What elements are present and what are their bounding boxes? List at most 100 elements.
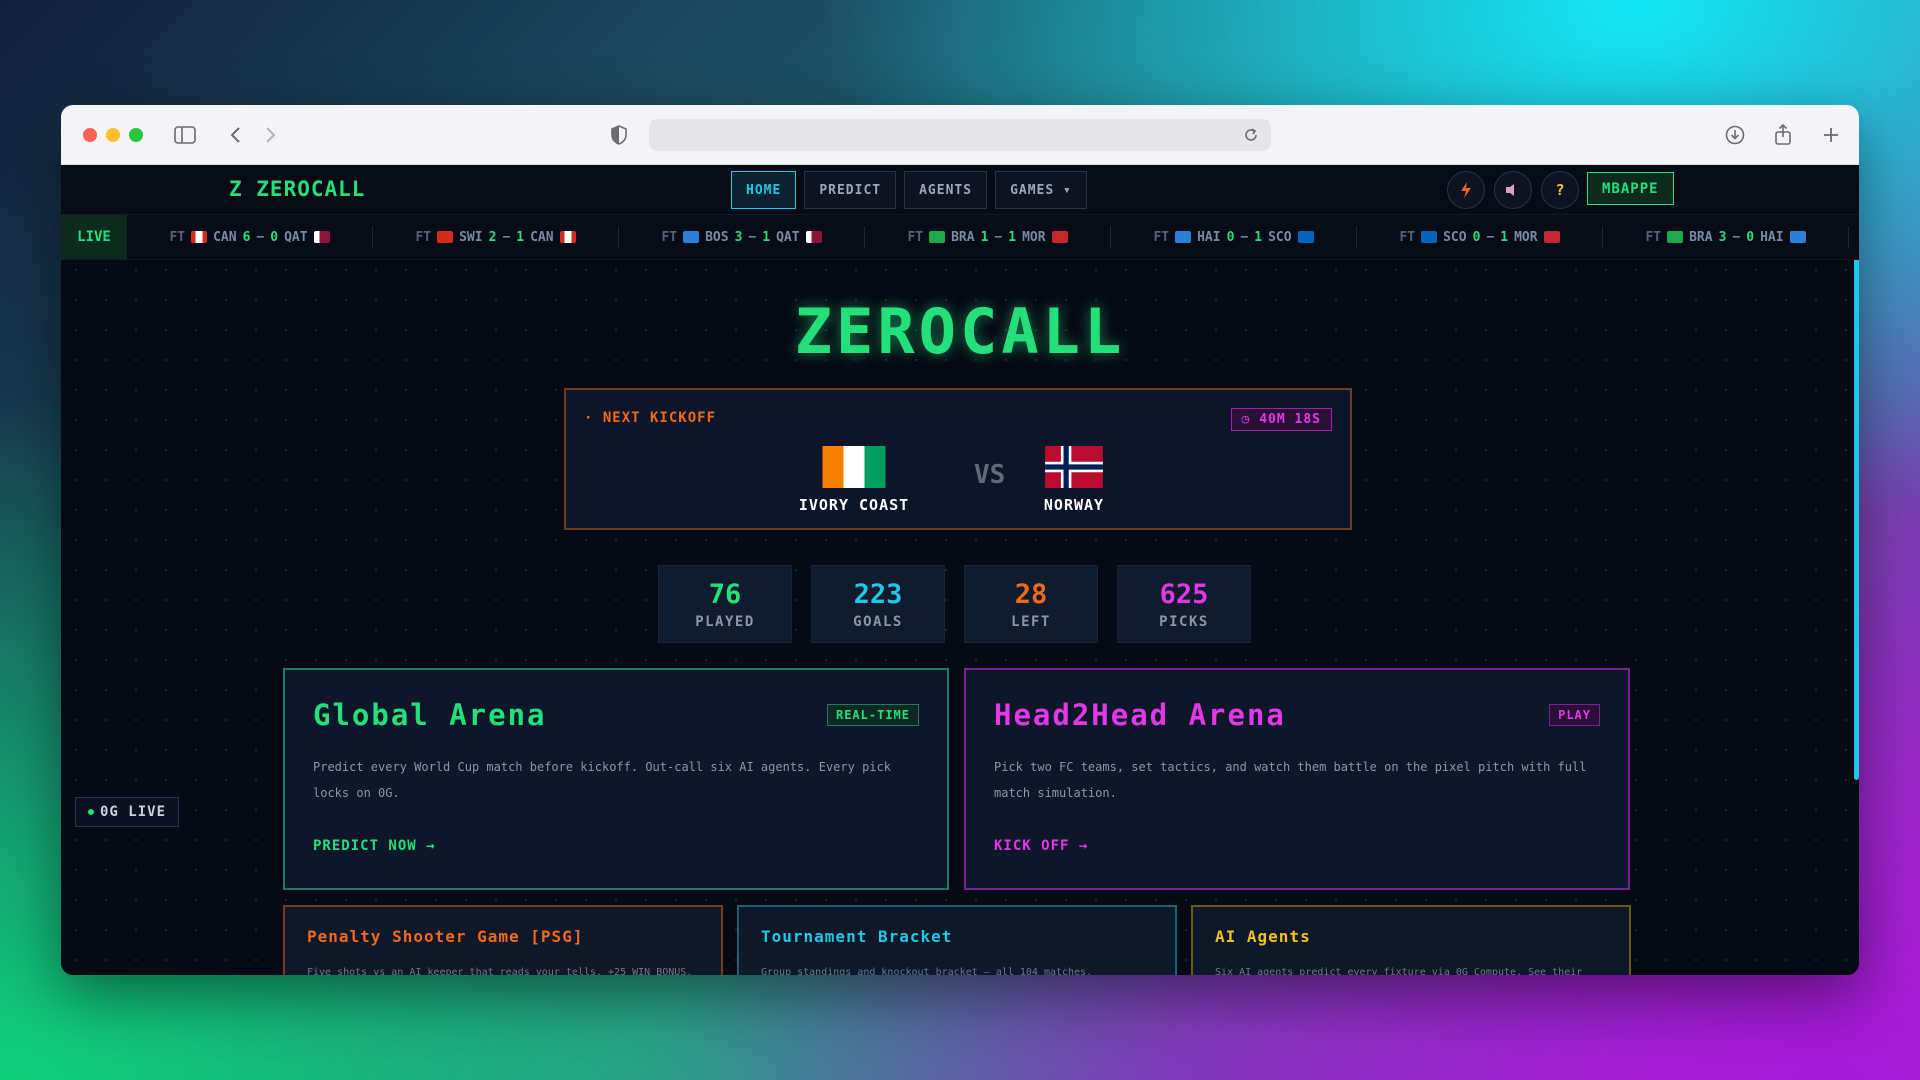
ticker-match[interactable]: FT BRA 3−0 HAI <box>1603 226 1849 248</box>
home-flag-icon <box>1421 231 1438 243</box>
away-team-code: HAI <box>1760 229 1784 245</box>
stat-label: PICKS <box>1159 613 1209 630</box>
close-window-button[interactable] <box>83 128 97 142</box>
realtime-badge: REAL-TIME <box>826 704 919 726</box>
og-live-indicator[interactable]: 0G LIVE <box>75 797 180 827</box>
global-arena-title: Global Arena <box>313 698 547 732</box>
kick-off-link[interactable]: KICK OFF → <box>994 838 1088 854</box>
status-dot <box>88 809 94 815</box>
ticker-match[interactable]: FT SCO 0−1 MOR <box>1357 226 1603 248</box>
head2head-arena-card[interactable]: Head2Head Arena PLAY Pick two FC teams, … <box>964 668 1630 890</box>
ticker-match[interactable]: FT HAI 0−1 SCO <box>1111 226 1357 248</box>
home-team-code: SCO <box>1443 229 1467 245</box>
match-status: FT <box>415 229 432 245</box>
away-flag-icon <box>805 231 822 243</box>
new-tab-icon[interactable] <box>1817 121 1845 149</box>
nav-games-dropdown[interactable]: GAMES ▾ <box>995 171 1087 209</box>
global-arena-card[interactable]: Global Arena REAL-TIME Predict every Wor… <box>283 668 949 890</box>
away-team: NORWAY <box>1014 446 1134 514</box>
ticker-match[interactable]: FT BOS 3−1 QAT <box>619 226 865 248</box>
zoom-window-button[interactable] <box>129 128 143 142</box>
download-icon[interactable] <box>1721 121 1749 149</box>
browser-toolbar <box>61 105 1859 165</box>
home-flag-icon <box>929 231 946 243</box>
away-score: 1 <box>1500 229 1509 245</box>
top-navigation: Z ZEROCALL HOME PREDICT AGENTS GAMES ▾ ?… <box>61 165 1859 215</box>
match-status: FT <box>169 229 186 245</box>
away-team-code: SCO <box>1268 229 1292 245</box>
home-team-code: BOS <box>705 229 729 245</box>
away-flag-icon <box>1543 231 1560 243</box>
away-flag-icon <box>559 231 576 243</box>
home-score: 0 <box>1472 229 1481 245</box>
home-score: 6 <box>242 229 251 245</box>
versus-label: VS <box>974 460 1006 490</box>
stat-played: 76 PLAYED <box>658 565 792 643</box>
stat-picks: 625 PICKS <box>1117 565 1251 643</box>
away-team-code: MOR <box>1022 229 1046 245</box>
brand-logo[interactable]: Z ZEROCALL <box>229 177 365 201</box>
address-bar[interactable] <box>649 119 1271 151</box>
penalty-shooter-title: Penalty Shooter Game [PSG] <box>307 927 584 946</box>
tournament-bracket-card[interactable]: Tournament Bracket Group standings and k… <box>737 905 1177 975</box>
lightning-icon[interactable] <box>1447 171 1485 209</box>
home-score: 3 <box>1718 229 1727 245</box>
away-team-name: NORWAY <box>1043 496 1105 514</box>
ai-agents-card[interactable]: AI Agents Six AI agents predict every fi… <box>1191 905 1631 975</box>
ai-agents-title: AI Agents <box>1215 927 1311 946</box>
reload-icon[interactable] <box>1237 121 1265 149</box>
help-icon[interactable]: ? <box>1541 171 1579 209</box>
ticker-items: FT CAN 6−0 QAT FT SWI 2−1 CAN FT BOS 3−1 QAT FT BRA 1−… <box>127 226 1849 248</box>
score-separator: − <box>256 229 265 245</box>
away-flag-icon <box>313 231 330 243</box>
away-score: 1 <box>516 229 525 245</box>
away-team-code: QAT <box>284 229 308 245</box>
minimize-window-button[interactable] <box>106 128 120 142</box>
match-status: FT <box>1399 229 1416 245</box>
next-kickoff-panel[interactable]: · NEXT KICKOFF ◷ 40M 18S IVORY COAST VS … <box>564 388 1352 530</box>
score-separator: − <box>502 229 511 245</box>
penalty-shooter-card[interactable]: Penalty Shooter Game [PSG] Five shots vs… <box>283 905 723 975</box>
live-score-ticker: LIVE FT CAN 6−0 QAT FT SWI 2−1 CAN FT BOS 3−1 QAT FT… <box>61 215 1859 260</box>
app-viewport: Z ZEROCALL HOME PREDICT AGENTS GAMES ▾ ?… <box>61 165 1859 975</box>
tournament-bracket-description: Group standings and knockout bracket — a… <box>761 967 1093 975</box>
stat-left: 28 LEFT <box>964 565 1098 643</box>
home-team-code: CAN <box>213 229 237 245</box>
og-live-label: 0G LIVE <box>100 804 167 820</box>
stat-label: LEFT <box>1011 613 1051 630</box>
home-flag-icon <box>1667 231 1684 243</box>
nav-icon-buttons: ? <box>1447 171 1579 209</box>
home-team-code: SWI <box>459 229 483 245</box>
share-icon[interactable] <box>1769 121 1797 149</box>
back-icon[interactable] <box>221 121 249 149</box>
home-flag-icon <box>191 231 208 243</box>
predict-now-link[interactable]: PREDICT NOW → <box>313 838 436 854</box>
stat-label: GOALS <box>853 613 903 630</box>
home-team-name: IVORY COAST <box>798 496 910 514</box>
user-profile-button[interactable]: MBAPPE <box>1587 172 1674 205</box>
away-score: 1 <box>762 229 771 245</box>
play-badge: PLAY <box>1549 704 1600 726</box>
home-flag-icon <box>437 231 454 243</box>
norway-flag-icon <box>1045 446 1103 488</box>
away-score: 1 <box>1254 229 1263 245</box>
home-team: IVORY COAST <box>784 446 924 514</box>
ticker-match[interactable]: FT CAN 6−0 QAT <box>127 226 373 248</box>
nav-agents[interactable]: AGENTS <box>904 171 988 209</box>
sound-icon[interactable] <box>1494 171 1532 209</box>
away-team-code: QAT <box>776 229 800 245</box>
away-score: 0 <box>270 229 279 245</box>
nav-predict[interactable]: PREDICT <box>804 171 897 209</box>
browser-window: Z ZEROCALL HOME PREDICT AGENTS GAMES ▾ ?… <box>61 105 1859 975</box>
home-team-code: BRA <box>1689 229 1713 245</box>
home-flag-icon <box>1175 231 1192 243</box>
next-kickoff-label: · NEXT KICKOFF <box>584 410 717 426</box>
shield-icon[interactable] <box>605 121 633 149</box>
nav-home[interactable]: HOME <box>731 171 797 209</box>
forward-icon[interactable] <box>257 121 285 149</box>
ticker-match[interactable]: FT BRA 1−1 MOR <box>865 226 1111 248</box>
ticker-match[interactable]: FT SWI 2−1 CAN <box>373 226 619 248</box>
stat-value: 28 <box>1014 578 1048 610</box>
home-score: 3 <box>734 229 743 245</box>
sidebar-icon[interactable] <box>171 121 199 149</box>
